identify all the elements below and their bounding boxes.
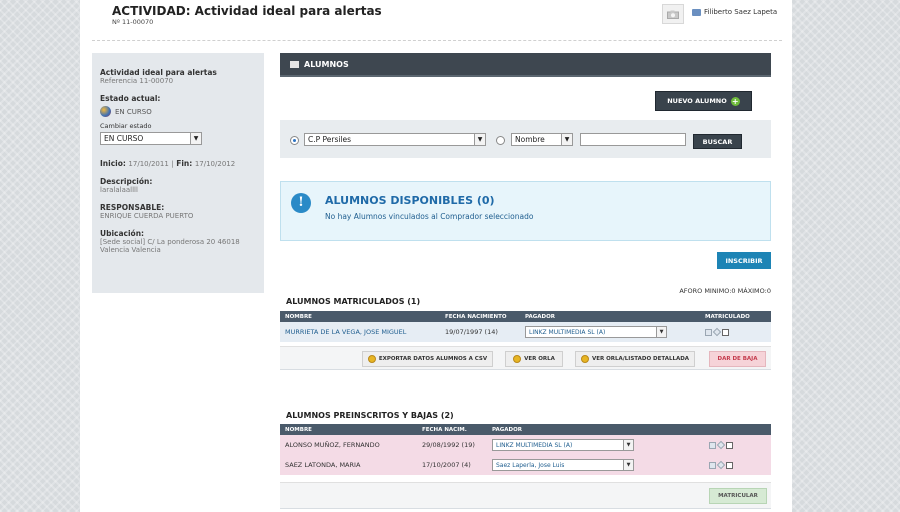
tag-icon[interactable] (716, 460, 726, 470)
info-title: ALUMNOS DISPONIBLES (0) (325, 194, 495, 207)
coins-icon (580, 355, 589, 363)
estado-label: Estado actual: (100, 94, 161, 103)
cambiar-estado-select[interactable]: EN CURSO ▼ (100, 132, 202, 145)
row-checkbox[interactable] (726, 461, 733, 469)
info-message: No hay Alumnos vinculados al Comprador s… (325, 212, 534, 221)
header-divider (92, 40, 782, 41)
user-info[interactable]: Filiberto Saez Lapeta (692, 8, 777, 16)
table-row: SAEZ LATONDA, MARIA 17/10/2007 (4) Saez … (280, 455, 771, 475)
activity-code: Nº 11-00070 (112, 18, 154, 26)
student-birthdate: 19/07/1997 (14) (440, 322, 520, 342)
activity-sidebar: Actividad ideal para alertas Referencia … (92, 53, 264, 293)
chevron-down-icon: ▼ (623, 440, 633, 450)
pagador-select[interactable]: LINKZ MULTIMEDIA SL (A) ▼ (525, 326, 667, 338)
chevron-down-icon: ▼ (190, 133, 201, 144)
available-students-info: ! ALUMNOS DISPONIBLES (0) No hay Alumnos… (280, 181, 771, 241)
info-icon: ! (291, 193, 311, 213)
activity-name: Actividad ideal para alertas (100, 68, 217, 77)
user-name[interactable]: Filiberto Saez Lapeta (704, 8, 777, 16)
section-title: ALUMNOS (304, 59, 349, 69)
preinscritos-actions: MATRICULAR (280, 482, 771, 509)
student-name: ALONSO MUÑOZ, FERNANDO (280, 435, 417, 455)
preinscritos-title: ALUMNOS PREINSCRITOS Y BAJAS (2) (286, 411, 454, 420)
alumnos-panel: ALUMNOS NUEVO ALUMNO + C.P Persiles ▼ No… (280, 53, 771, 509)
nuevo-alumno-button[interactable]: NUEVO ALUMNO + (655, 91, 752, 111)
cambiar-estado-label: Cambiar estado (100, 122, 152, 130)
student-name-link[interactable]: MURRIETA DE LA VEGA, JOSE MIGUEL (280, 322, 440, 342)
ubicacion-line2: Valencia Valencia (100, 246, 161, 254)
buscar-button[interactable]: BUSCAR (693, 134, 742, 149)
field-radio[interactable] (496, 136, 505, 145)
tag-icon[interactable] (712, 327, 722, 337)
document-icon[interactable] (709, 441, 716, 449)
student-birthdate: 17/10/2007 (4) (417, 455, 487, 475)
coins-icon (367, 355, 376, 363)
dar-de-baja-button[interactable]: DAR DE BAJA (709, 351, 766, 367)
row-actions (709, 460, 766, 470)
estado-value: EN CURSO (115, 107, 152, 116)
document-icon[interactable] (705, 328, 712, 336)
table-row: MURRIETA DE LA VEGA, JOSE MIGUEL 19/07/1… (280, 322, 771, 342)
matriculados-table: NOMBRE FECHA NACIMIENTO PAGADOR MATRICUL… (280, 311, 771, 342)
row-actions (709, 440, 766, 450)
student-filter: C.P Persiles ▼ Nombre ▼ BUSCAR (280, 120, 771, 158)
ubicacion-label: Ubicación: (100, 229, 145, 238)
responsable-label: RESPONSABLE: (100, 203, 165, 212)
page-content: ACTIVIDAD: Actividad ideal para alertas … (80, 0, 792, 512)
id-card-icon (692, 8, 701, 16)
activity-reference: Referencia 11-00070 (100, 77, 174, 85)
descripcion-label: Descripción: (100, 177, 153, 186)
status-globe-icon (100, 106, 111, 117)
pagador-select[interactable]: Saez Laperla, Jose Luis ▼ (492, 459, 634, 471)
tag-icon[interactable] (716, 440, 726, 450)
chevron-down-icon: ▼ (561, 134, 572, 145)
responsable-value: ENRIQUE CUERDA PUERTO (100, 212, 194, 220)
camera-icon[interactable] (662, 4, 684, 24)
student-birthdate: 29/08/1992 (19) (417, 435, 487, 455)
row-checkbox[interactable] (722, 328, 729, 336)
inscribir-button[interactable]: INSCRIBIR (717, 252, 771, 269)
table-row: ALONSO MUÑOZ, FERNANDO 29/08/1992 (19) L… (280, 435, 771, 455)
ubicacion-line1: [Sede social] C/ La ponderosa 20 46018 (100, 238, 240, 246)
matricular-button[interactable]: MATRICULAR (709, 488, 767, 504)
center-radio[interactable] (290, 136, 299, 145)
section-header: ALUMNOS (280, 53, 771, 77)
cambiar-estado-value: EN CURSO (104, 134, 144, 143)
ver-orla-button[interactable]: VER ORLA (505, 351, 563, 367)
center-select[interactable]: C.P Persiles ▼ (304, 133, 486, 146)
student-name: SAEZ LATONDA, MARIA (280, 455, 417, 475)
estado-current: EN CURSO (100, 106, 256, 117)
ver-listado-button[interactable]: VER ORLA/LISTADO DETALLADA (575, 351, 695, 367)
coins-icon (513, 355, 522, 363)
search-input[interactable] (580, 133, 686, 146)
matriculados-title: ALUMNOS MATRICULADOS (1) (286, 297, 421, 306)
preinscritos-table: NOMBRE FECHA NACIM. PAGADOR ALONSO MUÑOZ… (280, 424, 771, 475)
exportar-csv-button[interactable]: EXPORTAR DATOS ALUMNOS A CSV (362, 351, 493, 367)
document-icon[interactable] (709, 461, 716, 469)
chevron-down-icon: ▼ (623, 460, 633, 470)
chevron-down-icon: ▼ (656, 327, 666, 337)
aforo-info: AFORO MINIMO:0 MÁXIMO:0 (679, 287, 771, 295)
page-title: ACTIVIDAD: Actividad ideal para alertas (112, 4, 382, 18)
row-checkbox[interactable] (726, 441, 733, 449)
students-icon (290, 60, 299, 68)
matriculados-actions: EXPORTAR DATOS ALUMNOS A CSV VER ORLA VE… (280, 346, 771, 370)
chevron-down-icon: ▼ (474, 134, 485, 145)
descripcion-value: laralalaallll (100, 186, 138, 194)
plus-icon: + (730, 96, 740, 106)
date-range: Inicio: 17/10/2011 | Fin: 17/10/2012 (100, 159, 236, 168)
row-actions (705, 327, 766, 337)
field-select[interactable]: Nombre ▼ (511, 133, 573, 146)
pagador-select[interactable]: LINKZ MULTIMEDIA SL (A) ▼ (492, 439, 634, 451)
